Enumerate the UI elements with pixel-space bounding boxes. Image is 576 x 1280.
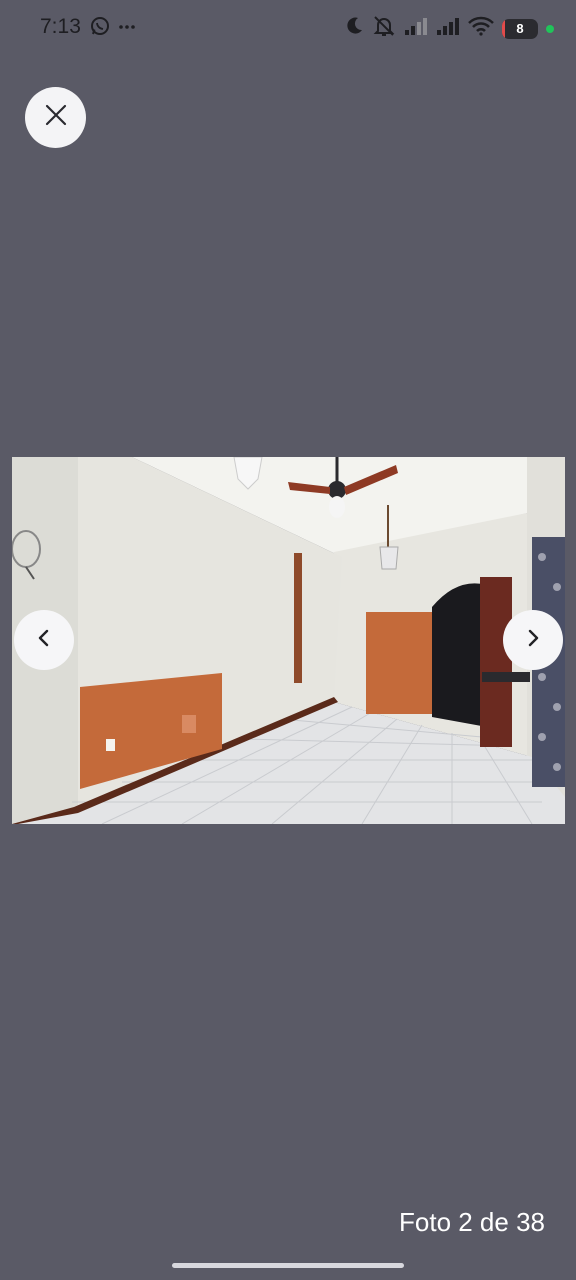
close-icon [45, 104, 67, 131]
room-photo [12, 457, 565, 824]
home-indicator[interactable] [172, 1263, 404, 1268]
signal-icon [436, 16, 460, 41]
whatsapp-icon [90, 16, 110, 41]
next-photo-button[interactable] [503, 610, 563, 670]
status-left-icons [90, 16, 136, 41]
signal-icon [404, 16, 428, 41]
previous-photo-button[interactable] [14, 610, 74, 670]
bell-off-icon [372, 15, 396, 42]
privacy-indicator-dot [546, 24, 554, 33]
close-button[interactable] [25, 87, 86, 148]
status-time: 7:13 [40, 15, 81, 38]
chevron-left-icon [37, 628, 51, 653]
status-bar: 7:13 8 [0, 0, 576, 56]
moon-icon [344, 15, 364, 42]
battery-level: 8 [516, 21, 524, 36]
more-dots-icon [118, 16, 136, 41]
status-right-icons: 8 [344, 15, 554, 42]
wifi-icon [468, 16, 494, 41]
battery-indicator: 8 [502, 18, 538, 39]
gallery-photo[interactable] [12, 457, 565, 824]
chevron-right-icon [526, 628, 540, 653]
photo-counter: Foto 2 de 38 [399, 1207, 545, 1237]
